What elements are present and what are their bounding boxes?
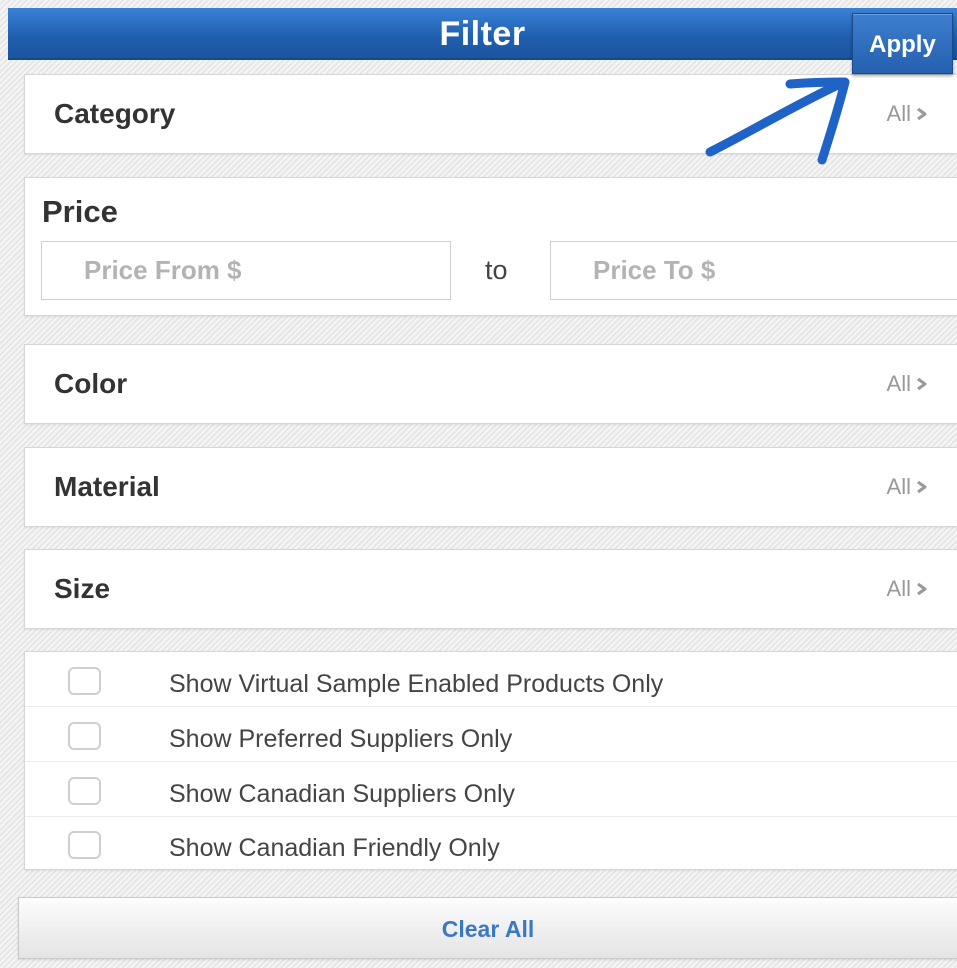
- color-value-group: All: [887, 345, 929, 423]
- options-list: Show Virtual Sample Enabled Products Onl…: [24, 651, 957, 870]
- color-label: Color: [54, 368, 128, 399]
- apply-button[interactable]: Apply: [852, 13, 953, 74]
- size-label: Size: [54, 573, 111, 604]
- category-value: All: [886, 101, 911, 126]
- option-preferred-suppliers[interactable]: Show Preferred Suppliers Only: [25, 707, 957, 762]
- header-bar: Filter: [8, 8, 957, 60]
- filter-row-material[interactable]: Material All: [24, 447, 957, 527]
- price-to-input[interactable]: [550, 241, 957, 300]
- chevron-right-icon: [917, 107, 927, 121]
- option-label: Show Preferred Suppliers Only: [169, 725, 513, 753]
- option-canadian-suppliers[interactable]: Show Canadian Suppliers Only: [25, 762, 957, 817]
- material-value: All: [886, 474, 911, 499]
- price-from-input[interactable]: [41, 241, 451, 300]
- checkbox[interactable]: [68, 831, 101, 859]
- option-label: Show Canadian Friendly Only: [169, 834, 500, 862]
- option-canadian-friendly[interactable]: Show Canadian Friendly Only: [25, 816, 957, 870]
- checkbox[interactable]: [68, 722, 101, 750]
- material-label: Material: [54, 471, 160, 502]
- option-label: Show Virtual Sample Enabled Products Onl…: [169, 670, 664, 698]
- option-label: Show Canadian Suppliers Only: [169, 780, 516, 808]
- price-section: Price to: [24, 177, 957, 316]
- checkbox[interactable]: [68, 777, 101, 805]
- price-to-separator: to: [485, 255, 508, 285]
- option-virtual-sample[interactable]: Show Virtual Sample Enabled Products Onl…: [25, 652, 957, 707]
- filter-row-color[interactable]: Color All: [24, 344, 957, 424]
- chevron-right-icon: [917, 377, 927, 391]
- size-value-group: All: [887, 550, 929, 628]
- checkbox[interactable]: [68, 667, 101, 695]
- chevron-right-icon: [917, 582, 927, 596]
- chevron-right-icon: [917, 480, 927, 494]
- material-value-group: All: [887, 448, 929, 526]
- clear-all-button[interactable]: Clear All: [18, 897, 957, 959]
- color-value: All: [886, 371, 911, 396]
- filter-row-size[interactable]: Size All: [24, 549, 957, 629]
- category-value-group: All: [887, 75, 929, 153]
- category-label: Category: [54, 98, 176, 129]
- price-label: Price: [42, 194, 118, 229]
- page-title: Filter: [439, 15, 526, 53]
- size-value: All: [886, 576, 911, 601]
- arrow-annotation-icon: [705, 77, 850, 165]
